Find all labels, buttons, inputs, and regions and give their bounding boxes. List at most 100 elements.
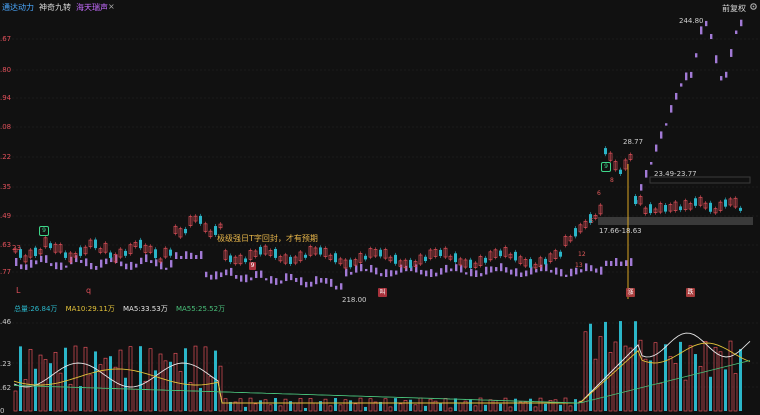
count-label: 5	[590, 218, 594, 225]
volume-bar	[443, 398, 448, 412]
volume-bar	[358, 397, 363, 412]
volume-bar	[413, 404, 418, 412]
volume-bar	[263, 399, 268, 412]
compare-candle	[140, 257, 143, 265]
close-tab-icon[interactable]: ×	[108, 2, 115, 11]
compare-candle	[15, 258, 18, 266]
compare-candle	[295, 277, 298, 282]
candle	[199, 215, 202, 224]
compare-candle	[340, 283, 343, 290]
volume-bar	[598, 336, 603, 412]
tab-haitian[interactable]: 海天瑞声	[76, 3, 108, 12]
volume-chart[interactable]	[0, 315, 760, 413]
candle	[229, 255, 232, 263]
compare-candle	[430, 269, 433, 277]
candle	[484, 257, 487, 263]
volume-bar	[403, 400, 408, 412]
marker-q: q	[86, 286, 92, 295]
candle	[304, 254, 307, 258]
compare-candle	[695, 53, 698, 58]
compare-candle	[570, 268, 573, 277]
price-tick: .67	[0, 35, 12, 43]
compare-candle	[290, 273, 293, 281]
volume-bar	[364, 406, 367, 411]
volume-bar	[313, 402, 318, 412]
compare-candle	[100, 259, 103, 268]
nine-turn-badge-2: 9	[601, 162, 611, 172]
volume-bar	[503, 397, 508, 412]
volume-bar	[293, 402, 298, 412]
volume-bar	[103, 357, 108, 412]
compare-candle	[215, 271, 218, 280]
price-chart[interactable]	[0, 14, 760, 302]
compare-candle	[20, 264, 23, 270]
volume-bar	[559, 404, 562, 411]
volume-bar	[488, 399, 493, 412]
tab-shenqi[interactable]: 神奇九转	[39, 3, 71, 12]
adjust-mode-button[interactable]: 前复权	[722, 3, 746, 14]
compare-candle	[680, 83, 683, 87]
compare-candle	[165, 267, 168, 270]
ma10-value: MA10:29.11万	[65, 305, 115, 313]
compare-candle	[625, 260, 628, 266]
volume-bar	[724, 369, 727, 411]
volume-bar	[13, 390, 18, 412]
compare-candle	[210, 274, 213, 280]
compare-candle	[520, 272, 523, 277]
volume-bar	[568, 405, 573, 412]
volume-bar	[94, 351, 97, 411]
gear-icon[interactable]	[749, 2, 758, 11]
compare-candle	[670, 105, 673, 113]
compare-candle	[245, 274, 248, 283]
low-price-label: 218.00	[342, 296, 367, 304]
volume-bar	[613, 341, 618, 412]
compare-candle	[475, 270, 478, 277]
price-tick: .35	[0, 183, 12, 191]
compare-candle	[645, 170, 648, 178]
candle	[169, 249, 172, 256]
volume-bar	[88, 374, 93, 412]
compare-candle	[315, 276, 318, 285]
compare-candle	[40, 255, 43, 263]
candle	[454, 253, 457, 263]
volume-bar	[143, 380, 148, 412]
volume-bar	[514, 398, 517, 411]
volume-bar	[83, 346, 88, 412]
volume-bar	[608, 352, 613, 412]
compare-candle	[615, 258, 618, 266]
volume-bar	[484, 404, 487, 411]
candle	[154, 249, 157, 259]
volume-bar	[128, 346, 133, 412]
candle	[274, 248, 277, 258]
volume-bar	[388, 406, 393, 412]
volume-tick: 0	[0, 407, 5, 415]
candle	[604, 148, 607, 155]
compare-candle	[180, 255, 183, 259]
candle	[379, 249, 382, 257]
compare-candle	[720, 76, 723, 81]
volume-bar	[544, 403, 547, 411]
compare-candle	[240, 275, 243, 282]
volume-bar	[203, 346, 208, 412]
compare-candle	[125, 263, 128, 270]
tab-tongda[interactable]: 通达动力	[2, 3, 34, 12]
volume-bar	[733, 373, 738, 412]
compare-candle	[495, 267, 498, 272]
compare-candle	[550, 269, 553, 273]
candle	[679, 206, 682, 211]
volume-bar	[34, 368, 37, 411]
compare-candle	[740, 19, 743, 27]
compare-candle	[285, 273, 288, 282]
compare-candle	[280, 280, 283, 284]
volume-bar	[739, 349, 742, 411]
compare-candle	[395, 270, 398, 275]
volume-bar	[634, 321, 637, 411]
volume-bar	[349, 400, 352, 411]
candle	[289, 256, 292, 264]
high-price-label: 244.80	[679, 17, 704, 25]
volume-bar	[473, 405, 478, 412]
compare-candle	[185, 251, 188, 259]
marker-die: 跌	[686, 288, 695, 297]
compare-candle	[735, 30, 738, 35]
compare-candle	[155, 259, 158, 267]
